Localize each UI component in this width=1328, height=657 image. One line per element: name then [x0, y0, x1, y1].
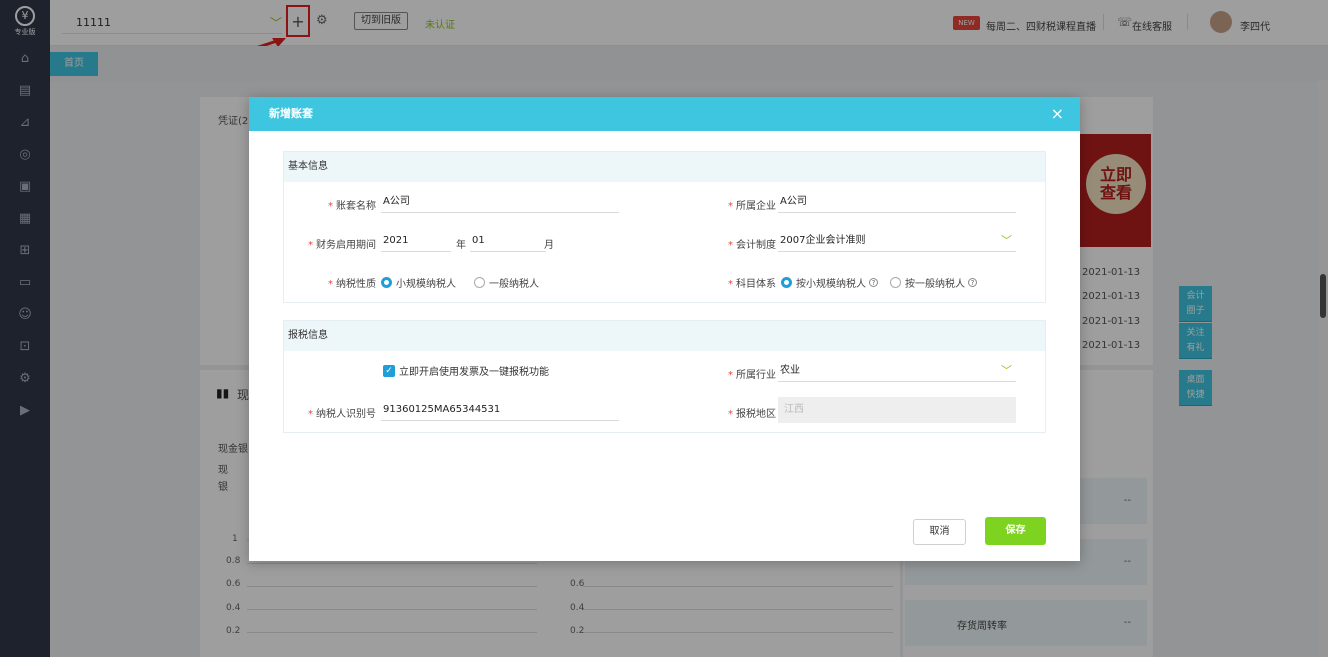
taxpayer-general-radio[interactable]: 一般纳税人 — [474, 275, 539, 290]
period-label: * 财务启用期间 — [308, 240, 376, 251]
close-icon[interactable]: × — [1051, 97, 1064, 131]
save-button[interactable]: 保存 — [985, 517, 1046, 545]
subject-system-label: * 科目体系 — [728, 279, 776, 290]
company-label: * 所属企业 — [728, 201, 776, 212]
taxpayer-small-radio[interactable]: 小规模纳税人 — [381, 275, 456, 290]
industry-label: * 所属行业 — [728, 370, 776, 381]
taxpayer-type-label: * 纳税性质 — [328, 279, 376, 290]
cancel-button[interactable]: 取消 — [913, 519, 966, 545]
tax-region-label: * 报税地区 — [728, 409, 776, 420]
basic-info-section: 基本信息 * 账套名称 A公司 * 所属企业 A公司 * 财务启用期间 2021 年 … — [283, 151, 1046, 303]
radio-selected-icon — [781, 277, 792, 288]
invoice-checkbox[interactable]: ✓ 立即开启使用发票及一键报税功能 — [383, 363, 549, 378]
year-unit: 年 — [456, 240, 466, 251]
account-name-label: * 账套名称 — [328, 201, 376, 212]
subject-general-radio[interactable]: 按一般纳税人? — [890, 275, 977, 290]
radio-selected-icon — [381, 277, 392, 288]
company-input[interactable]: A公司 — [778, 191, 1016, 213]
taxpayer-id-input[interactable]: 91360125MA65344531 — [381, 399, 619, 421]
chevron-down-icon: ﹀ — [1001, 364, 1012, 377]
industry-value: 农业 — [780, 365, 800, 376]
help-icon[interactable]: ? — [968, 278, 977, 287]
taxpayer-id-label: * 纳税人识别号 — [308, 409, 376, 420]
new-account-dialog: 新增账套 × 基本信息 * 账套名称 A公司 * 所属企业 A公司 * 财务启用期间 … — [249, 97, 1080, 561]
subject-small-radio[interactable]: 按小规模纳税人? — [781, 275, 878, 290]
help-icon[interactable]: ? — [869, 278, 878, 287]
account-name-input[interactable]: A公司 — [381, 191, 619, 213]
period-month-input[interactable]: 01 — [470, 230, 546, 252]
period-year-input[interactable]: 2021 — [381, 230, 451, 252]
dialog-header: 新增账套 × — [249, 97, 1080, 131]
section-heading: 基本信息 — [284, 152, 1045, 182]
chevron-down-icon: ﹀ — [1001, 234, 1012, 247]
accounting-standard-value: 2007企业会计准则 — [780, 235, 866, 246]
accounting-standard-select[interactable]: 2007企业会计准则 ﹀ — [778, 230, 1016, 252]
radio-icon — [890, 277, 901, 288]
section-heading: 报税信息 — [284, 321, 1045, 351]
dialog-title: 新增账套 — [269, 107, 313, 120]
radio-icon — [474, 277, 485, 288]
checkbox-checked-icon: ✓ — [383, 364, 395, 377]
tax-region-input: 江西 — [778, 397, 1016, 423]
month-unit: 月 — [544, 240, 554, 251]
tax-info-section: 报税信息 ✓ 立即开启使用发票及一键报税功能 * 所属行业 农业 ﹀ * 纳税人识别号… — [283, 320, 1046, 433]
accounting-standard-label: * 会计制度 — [728, 240, 776, 251]
industry-select[interactable]: 农业 ﹀ — [778, 360, 1016, 382]
